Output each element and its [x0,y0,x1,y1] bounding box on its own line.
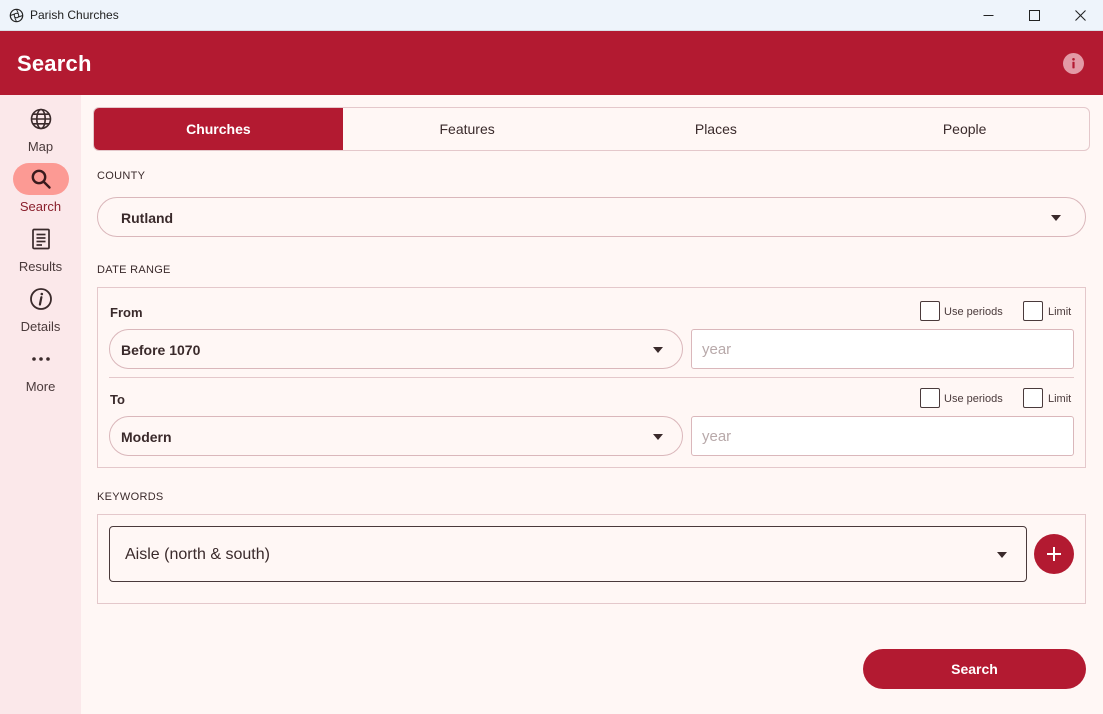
from-period-value: Before 1070 [121,342,201,358]
window-title: Parish Churches [30,8,119,22]
maximize-button[interactable] [1011,0,1057,31]
chevron-down-icon [997,552,1007,558]
rail-indicator [13,283,69,315]
to-label: To [110,392,125,407]
keywords-section-label: KEYWORDS [97,491,164,503]
to-use-periods-label: Use periods [944,393,1003,405]
close-icon [1074,10,1086,21]
navigation-rail: Map Search Results Details More [0,95,81,714]
category-tabs: Churches Features Places People [93,107,1090,151]
from-year-input[interactable] [691,329,1074,369]
to-use-periods-checkbox[interactable] [920,388,940,408]
rail-item-map[interactable]: Map [0,99,81,159]
info-icon [1072,58,1075,69]
rail-item-more[interactable]: More [0,339,81,399]
search-panel: Churches Features Places People COUNTY R… [81,95,1103,714]
keyword-value: Aisle (north & south) [125,546,270,563]
date-range-box: From Use periods Limit Before 1070 To Us… [97,287,1086,468]
close-button[interactable] [1057,0,1103,31]
keywords-box: Aisle (north & south) [97,514,1086,604]
county-value: Rutland [121,210,174,226]
rail-item-label: Map [27,139,54,154]
search-button[interactable]: Search [863,649,1086,689]
tab-features[interactable]: Features [343,108,592,150]
keyword-select[interactable]: Aisle (north & south) [109,526,1027,582]
chevron-down-icon [653,434,663,440]
minimize-icon [983,15,993,16]
rail-indicator [13,223,69,255]
rail-item-label: Search [19,199,62,214]
chevron-down-icon [1051,215,1061,221]
app-header: Search [0,31,1103,95]
tab-churches[interactable]: Churches [94,108,343,150]
date-range-section-label: DATE RANGE [97,264,171,276]
plus-icon [1047,547,1061,561]
rail-indicator [13,103,69,135]
from-use-periods-label: Use periods [944,306,1003,318]
from-limit-checkbox[interactable] [1023,301,1043,321]
from-use-periods-checkbox[interactable] [920,301,940,321]
chevron-down-icon [653,347,663,353]
from-label: From [110,305,143,320]
window-titlebar: Parish Churches [0,0,1103,31]
globe-icon [30,108,52,130]
info-circle-icon [30,288,52,310]
document-icon [32,228,50,250]
to-period-value: Modern [121,429,172,445]
maximize-icon [1028,10,1040,21]
tab-people[interactable]: People [840,108,1089,150]
search-icon [31,169,51,189]
county-section-label: COUNTY [97,170,146,182]
rail-item-search[interactable]: Search [0,159,81,219]
rail-item-label: Results [18,259,63,274]
ellipsis-icon [32,357,50,361]
to-year-input[interactable] [691,416,1074,456]
tab-places[interactable]: Places [592,108,841,150]
to-limit-checkbox[interactable] [1023,388,1043,408]
rail-indicator [13,343,69,375]
date-range-divider [109,377,1074,378]
to-limit-label: Limit [1048,393,1072,405]
app-aperture-icon [9,8,24,23]
rail-item-label: Details [20,319,61,334]
minimize-button[interactable] [965,0,1011,31]
add-keyword-button[interactable] [1034,534,1074,574]
county-select[interactable]: Rutland [97,197,1086,237]
rail-item-label: More [25,379,56,394]
to-period-select[interactable]: Modern [109,416,683,456]
page-title: Search [17,51,92,76]
from-limit-label: Limit [1048,306,1072,318]
rail-item-results[interactable]: Results [0,219,81,279]
rail-item-details[interactable]: Details [0,279,81,339]
rail-indicator [13,163,69,195]
info-button[interactable] [1063,53,1084,74]
from-period-select[interactable]: Before 1070 [109,329,683,369]
